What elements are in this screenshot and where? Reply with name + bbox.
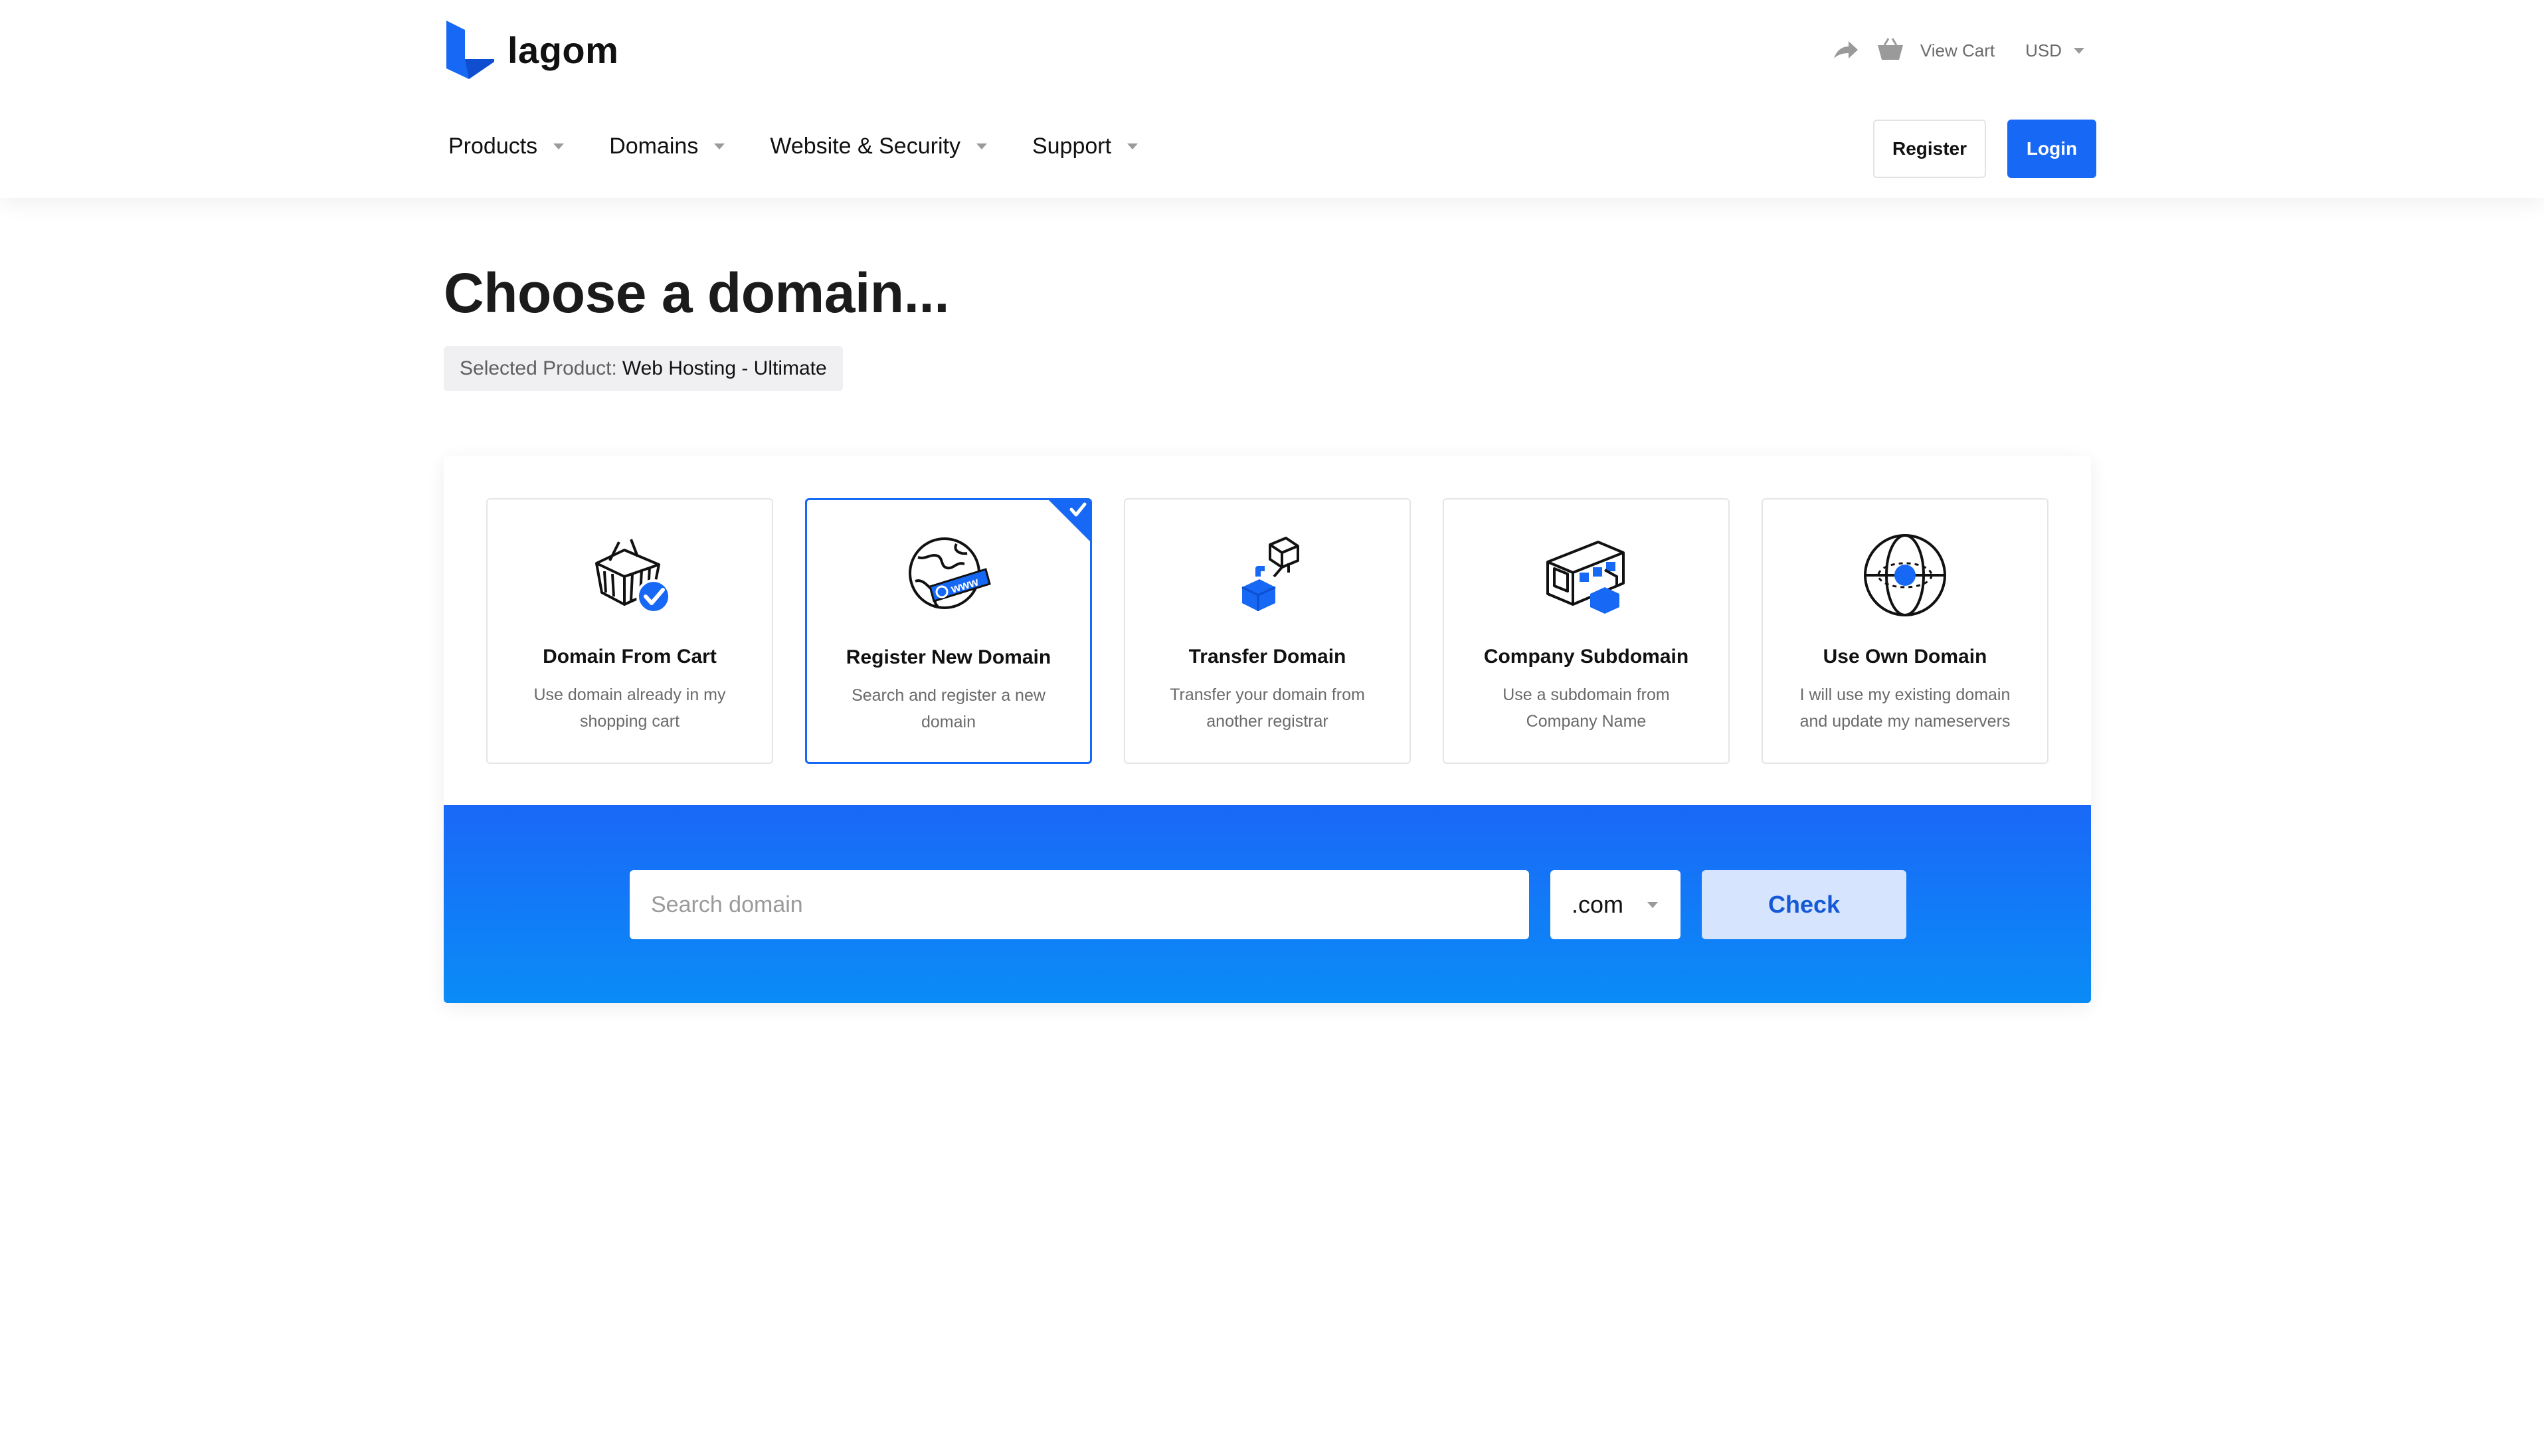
- page-title: Choose a domain...: [444, 262, 950, 324]
- selected-product-badge: Selected Product: Web Hosting - Ultimate: [444, 346, 843, 391]
- lagom-logo-icon: [446, 21, 494, 79]
- selected-check-corner-icon: [1049, 500, 1090, 541]
- register-button[interactable]: Register: [1873, 120, 1986, 178]
- svg-text:www: www: [949, 575, 980, 596]
- option-title: Use Own Domain: [1823, 646, 1987, 668]
- nav-item-label: Support: [1032, 133, 1112, 159]
- nav-item-website-security[interactable]: Website & Security: [770, 134, 987, 159]
- selected-product-label: Selected Product:: [460, 357, 617, 379]
- chevron-down-icon: [1127, 143, 1138, 149]
- domain-search-input[interactable]: [630, 870, 1529, 939]
- nav-item-label: Domains: [609, 133, 699, 159]
- option-title: Domain From Cart: [543, 646, 717, 668]
- option-description: Use domain already in my shopping cart: [533, 685, 726, 731]
- nav-item-products[interactable]: Products: [448, 133, 565, 159]
- chevron-down-icon: [1647, 901, 1658, 908]
- option-description: Transfer your domain from another regist…: [1170, 685, 1365, 731]
- main-nav: Products Domains Website & Security Supp…: [448, 126, 1138, 166]
- globe-www-icon: www: [909, 537, 991, 609]
- site-header: lagom View Cart USD Products Domains Web…: [0, 0, 2544, 198]
- chevron-down-icon: [553, 143, 565, 149]
- option-company-subdomain[interactable]: Company Subdomain Use a subdomain from C…: [1443, 498, 1730, 764]
- chevron-down-icon: [714, 143, 725, 149]
- option-description: Search and register a new domain: [852, 686, 1045, 731]
- browser-subdomain-icon: [1546, 541, 1625, 614]
- auth-buttons: Register Login: [1873, 120, 2096, 178]
- basket-check-icon: [595, 539, 671, 614]
- option-title: Register New Domain: [846, 646, 1051, 668]
- domain-options-panel: Domain From Cart Use domain already in m…: [444, 456, 2091, 1003]
- nav-item-support[interactable]: Support: [1032, 134, 1138, 159]
- top-utility-bar: View Cart USD: [1831, 32, 2084, 69]
- view-cart-link[interactable]: View Cart: [1920, 41, 1995, 61]
- option-use-own-domain[interactable]: Use Own Domain I will use my existing do…: [1762, 498, 2048, 764]
- tld-select[interactable]: .com: [1550, 870, 1681, 939]
- check-button[interactable]: Check: [1702, 870, 1906, 939]
- option-register-new-domain[interactable]: www Register New Domain Search and regis…: [805, 498, 1092, 764]
- option-transfer-domain[interactable]: Transfer Domain Transfer your domain fro…: [1124, 498, 1411, 764]
- nav-item-label: Website & Security: [770, 133, 960, 159]
- login-button[interactable]: Login: [2007, 120, 2096, 178]
- brand-name: lagom: [507, 29, 619, 71]
- option-title: Company Subdomain: [1483, 646, 1689, 668]
- option-description: Use a subdomain from Company Name: [1502, 685, 1670, 731]
- share-icon[interactable]: [1831, 36, 1861, 65]
- option-title: Transfer Domain: [1188, 646, 1346, 668]
- option-domain-from-cart[interactable]: Domain From Cart Use domain already in m…: [486, 498, 773, 764]
- option-description: I will use my existing domain and update…: [1799, 685, 2011, 731]
- cart-icon[interactable]: [1876, 37, 1904, 64]
- currency-select[interactable]: USD: [2025, 41, 2084, 61]
- nav-item-label: Products: [448, 133, 538, 159]
- chevron-down-icon: [2074, 47, 2084, 54]
- domain-search-bar: .com Check: [444, 805, 2091, 1003]
- globe-dot-icon: [1864, 534, 1946, 616]
- currency-label: USD: [2025, 40, 2062, 60]
- brand-logo[interactable]: lagom: [446, 20, 618, 80]
- chevron-down-icon: [976, 143, 987, 149]
- domain-option-list: Domain From Cart Use domain already in m…: [486, 498, 2048, 764]
- selected-product-value: Web Hosting - Ultimate: [622, 357, 827, 379]
- tld-selected-value: .com: [1572, 891, 1624, 918]
- nav-item-domains[interactable]: Domains: [609, 134, 725, 159]
- transfer-boxes-icon: [1241, 537, 1299, 611]
